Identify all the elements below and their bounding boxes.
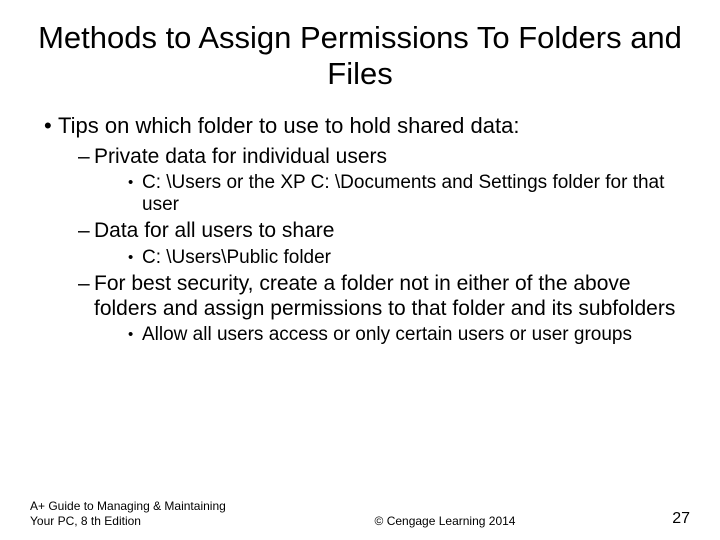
bullet-level2: Private data for individual users <box>34 145 690 169</box>
bullet-level3: C: \Users or the XP C: \Documents and Se… <box>34 172 690 216</box>
slide-body: Tips on which folder to use to hold shar… <box>30 113 690 345</box>
bullet-level2: Data for all users to share <box>34 219 690 243</box>
bullet-level3: C: \Users\Public folder <box>34 247 690 269</box>
footer-left: A+ Guide to Managing & Maintaining Your … <box>30 499 250 528</box>
slide: Methods to Assign Permissions To Folders… <box>0 0 720 540</box>
footer-center: © Cengage Learning 2014 <box>250 514 640 528</box>
slide-footer: A+ Guide to Managing & Maintaining Your … <box>30 499 690 528</box>
bullet-level1: Tips on which folder to use to hold shar… <box>34 113 690 138</box>
bullet-level2: For best security, create a folder not i… <box>34 272 690 320</box>
page-number: 27 <box>640 510 690 528</box>
slide-title: Methods to Assign Permissions To Folders… <box>30 20 690 91</box>
bullet-level3: Allow all users access or only certain u… <box>34 324 690 346</box>
